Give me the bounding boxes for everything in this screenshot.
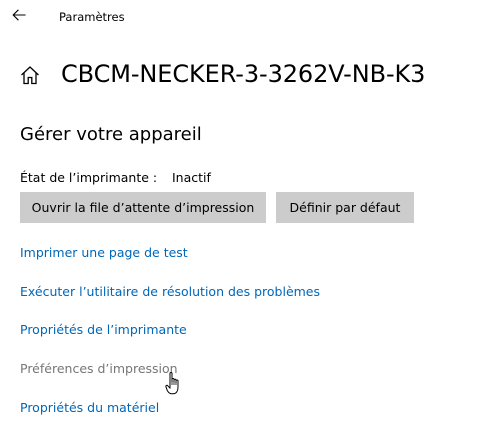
back-button[interactable] (8, 4, 30, 26)
open-print-queue-button[interactable]: Ouvrir la file d’attente d’impression (20, 192, 266, 223)
printer-status-label: État de l’imprimante : (20, 170, 158, 185)
printing-preferences-link[interactable]: Préférences d’impression (20, 360, 178, 378)
page-header: CBCM-NECKER-3-3262V-NB-K3 (0, 52, 480, 96)
hardware-properties-link[interactable]: Propriétés du matériel (20, 399, 159, 417)
print-test-page-link[interactable]: Imprimer une page de test (20, 244, 188, 262)
printer-properties-link[interactable]: Propriétés de l’imprimante (20, 321, 187, 339)
arrow-left-icon (12, 9, 26, 21)
set-default-button[interactable]: Définir par défaut (276, 192, 414, 223)
run-troubleshooter-link[interactable]: Exécuter l’utilitaire de résolution des … (20, 283, 320, 301)
app-title: Paramètres (59, 10, 125, 24)
home-icon[interactable] (19, 64, 41, 86)
page-title: CBCM-NECKER-3-3262V-NB-K3 (61, 60, 426, 88)
printer-status-value: Inactif (172, 170, 211, 185)
section-title: Gérer votre appareil (20, 124, 202, 145)
title-bar: Paramètres (0, 0, 480, 34)
